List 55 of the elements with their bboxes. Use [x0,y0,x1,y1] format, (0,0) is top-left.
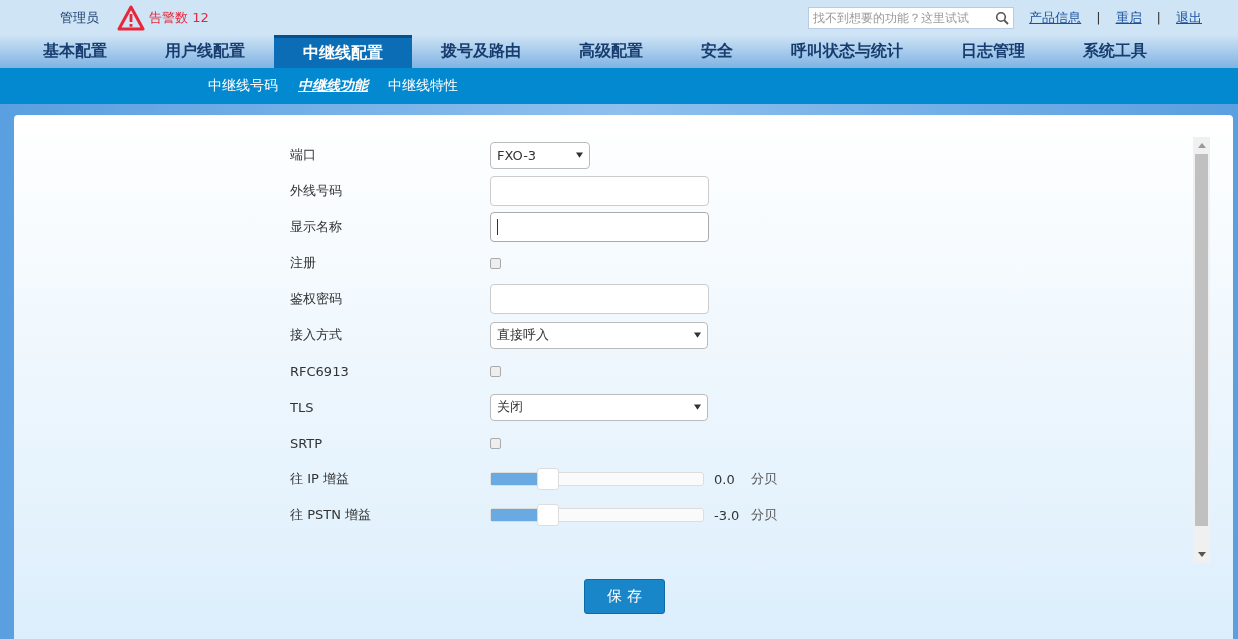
nav-tab[interactable]: 拨号及路由 [412,35,550,68]
nav-tab[interactable]: 系统工具 [1054,35,1176,68]
scroll-down-icon[interactable] [1197,552,1206,557]
slider-thumb[interactable] [537,504,560,526]
field-label: 往 PSTN 增益 [290,506,373,524]
field-label: 外线号码 [290,182,343,200]
field-label: 接入方式 [290,326,343,344]
field-label: 注册 [290,254,317,272]
header-link[interactable]: 退出 [1176,8,1202,27]
user-name: 管理员 [60,8,99,27]
nav-tab[interactable]: 安全 [672,35,762,68]
field-label: TLS [290,399,315,415]
save-button[interactable]: 保 存 [584,579,665,614]
field-label: 鉴权密码 [290,290,343,308]
field-label: SRTP [290,435,324,451]
checkbox[interactable] [490,257,501,269]
slider-reading: -3.0 [714,507,741,523]
subnav-tab[interactable]: 中继线特性 [388,77,458,95]
scroll-up-icon[interactable] [1197,143,1206,148]
nav-tab[interactable]: 中继线配置 [274,35,412,68]
field-label: 端口 [290,146,317,164]
scrollbar[interactable] [1193,137,1210,563]
unit-label: 分贝 [751,470,777,488]
dropdown[interactable]: 关闭 [490,393,708,421]
subnav-tab[interactable]: 中继线功能 [298,77,368,95]
header-link[interactable]: 重启 [1115,8,1142,27]
unit-label: 分贝 [751,506,777,524]
dropdown[interactable]: FXO-3 [490,141,590,169]
caret-icon [694,332,701,338]
slider-reading: 0.0 [714,471,736,487]
field-label: 往 IP 增益 [290,470,350,488]
input-field[interactable] [490,212,709,242]
nav-tab[interactable]: 高级配置 [550,35,672,68]
nav-tab[interactable]: 日志管理 [932,35,1054,68]
slider-thumb[interactable] [537,468,560,490]
warning-icon [117,4,145,31]
input-field[interactable] [490,176,709,206]
dropdown[interactable]: 直接呼入 [490,321,708,349]
field-label: 显示名称 [290,218,343,236]
nav-tab[interactable]: 呼叫状态与统计 [762,35,932,68]
header-link[interactable]: 产品信息 [1029,8,1082,27]
checkbox[interactable] [490,437,501,449]
separator: | [1096,10,1101,25]
separator: | [1156,10,1161,25]
subnav-tab[interactable]: 中继线号码 [208,77,278,95]
alarm-count[interactable]: 告警数 12 [149,8,209,27]
field-label: RFC6913 [290,363,350,379]
search-field[interactable]: 找不到想要的功能？这里试试 [808,6,1015,29]
checkbox[interactable] [490,365,501,377]
caret-icon [576,152,583,158]
nav-tab[interactable]: 用户线配置 [136,35,274,68]
nav-tab[interactable]: 基本配置 [14,35,136,68]
input-field[interactable] [490,284,709,314]
caret-icon [694,404,701,410]
search-icon[interactable] [995,10,1010,25]
